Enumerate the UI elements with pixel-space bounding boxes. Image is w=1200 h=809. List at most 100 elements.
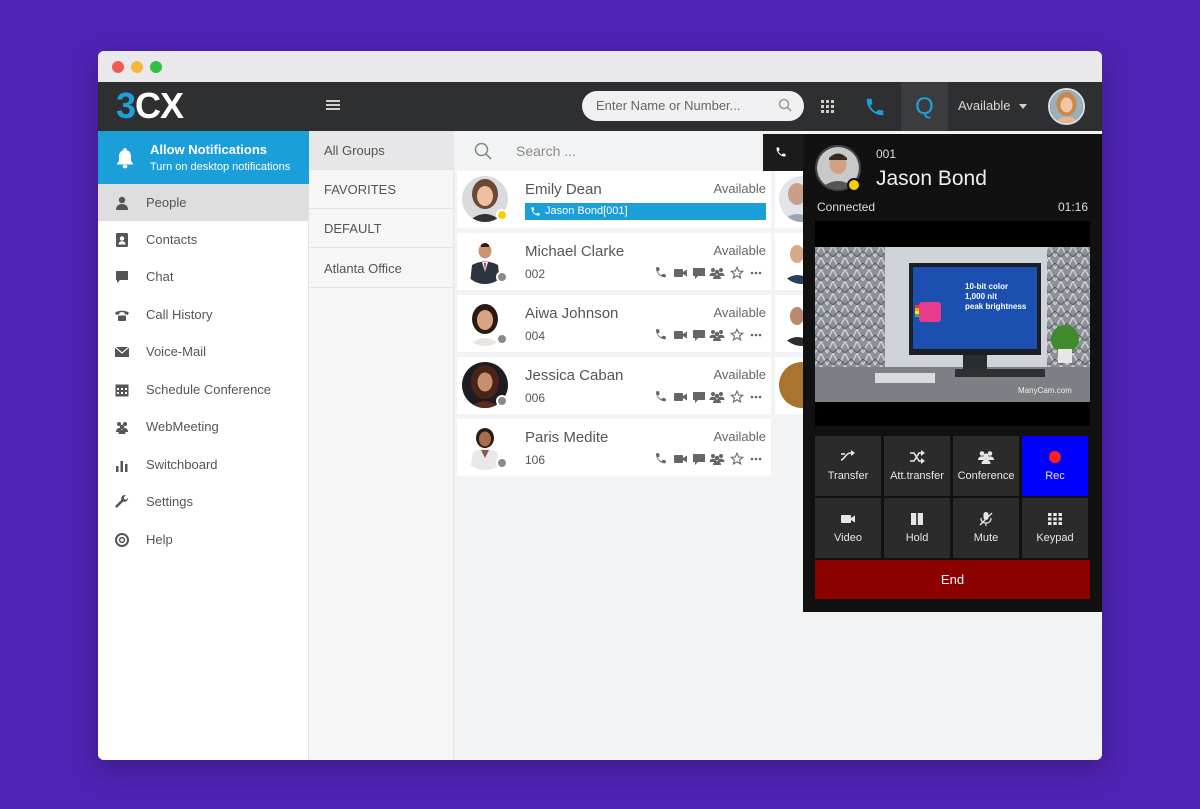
group-item-favorites[interactable]: FAVORITES — [309, 170, 454, 209]
keypad-label: Keypad — [1036, 532, 1074, 544]
user-avatar[interactable] — [1048, 88, 1085, 125]
sidebar-item-people[interactable]: People — [98, 184, 309, 221]
conference-button[interactable]: Conference — [953, 436, 1019, 496]
contact-name: Paris Medite — [525, 429, 609, 446]
contact-card[interactable]: Michael Clarke Available 002 — [457, 233, 771, 290]
caller-name: Jason Bond — [876, 167, 987, 190]
phone-icon[interactable] — [864, 96, 886, 118]
monitor-text-line3: peak brightness — [965, 302, 1027, 311]
caller-extension: 001 — [876, 147, 897, 161]
call-history-icon — [115, 310, 129, 321]
app-logo[interactable]: 3CX — [116, 87, 184, 125]
app-window: 3CX Enter Name or Number... Q Available — [98, 51, 1102, 760]
minimize-window-button[interactable] — [131, 61, 143, 73]
phone-icon — [656, 329, 666, 340]
sidebar-item-label: Help — [146, 532, 173, 547]
video-button[interactable]: Video — [815, 498, 881, 558]
contact-card-partial[interactable] — [775, 233, 803, 290]
allow-notifications-banner[interactable]: Allow Notifications Turn on desktop noti… — [98, 131, 309, 184]
person-icon — [116, 196, 128, 210]
conference-icon — [709, 268, 725, 279]
contact-extension: 006 — [525, 391, 546, 405]
dialpad-grid-icon[interactable] — [821, 100, 834, 113]
end-call-button[interactable]: End — [815, 560, 1090, 599]
group-item-atlanta-office[interactable]: Atlanta Office — [309, 249, 454, 288]
sidebar-item-label: Switchboard — [146, 457, 218, 472]
call-panel-tab[interactable] — [763, 134, 803, 171]
sidebar-item-schedule-conference[interactable]: Schedule Conference — [98, 371, 309, 408]
sidebar-item-label: WebMeeting — [146, 419, 219, 434]
people-search-input[interactable]: Search ... — [454, 131, 774, 171]
queue-button[interactable]: Q — [901, 82, 948, 131]
active-call-bar[interactable]: Jason Bond[001] — [525, 203, 766, 220]
sidebar-item-webmeeting[interactable]: WebMeeting — [98, 408, 309, 445]
dial-search-input[interactable]: Enter Name or Number... — [582, 91, 804, 121]
shuffle-icon — [910, 450, 925, 464]
notification-title: Allow Notifications — [150, 142, 267, 157]
contact-card[interactable]: Aiwa Johnson Available 004 — [457, 295, 771, 352]
active-call-label: Jason Bond[001] — [545, 205, 628, 217]
contact-card[interactable]: Paris Medite Available 106 — [457, 419, 771, 476]
wrench-icon — [115, 495, 129, 508]
calendar-icon — [115, 384, 129, 397]
contact-card-partial[interactable] — [775, 295, 803, 352]
transfer-button[interactable]: Transfer — [815, 436, 881, 496]
contact-avatar — [779, 176, 803, 222]
contact-status: Available — [713, 367, 766, 382]
star-icon — [729, 265, 745, 280]
contact-avatar — [779, 238, 803, 284]
presence-badge — [496, 395, 508, 407]
people-search-placeholder: Search ... — [516, 143, 576, 159]
conference-label: Conference — [957, 470, 1015, 482]
sidebar-item-switchboard[interactable]: Switchboard — [98, 446, 309, 483]
contact-card-partial[interactable] — [775, 171, 803, 228]
video-label: Video — [834, 532, 862, 544]
contact-status: Available — [713, 243, 766, 258]
att-transfer-label: Att.transfer — [890, 470, 944, 482]
mute-button[interactable]: Mute — [953, 498, 1019, 558]
contact-actions — [655, 265, 765, 280]
pause-icon — [911, 513, 923, 525]
att-transfer-button[interactable]: Att.transfer — [884, 436, 950, 496]
sidebar-item-voicemail[interactable]: Voice-Mail — [98, 333, 309, 370]
call-timer: 01:16 — [1057, 200, 1088, 214]
sidebar-item-settings[interactable]: Settings — [98, 483, 309, 520]
contact-card-partial[interactable] — [775, 357, 803, 414]
close-window-button[interactable] — [112, 61, 124, 73]
more-icon — [750, 395, 762, 399]
menu-toggle-icon[interactable] — [326, 100, 340, 111]
chat-icon — [693, 392, 705, 403]
more-icon — [750, 271, 762, 275]
video-camera-icon — [674, 269, 687, 277]
sidebar-item-chat[interactable]: Chat — [98, 258, 309, 295]
more-icon — [750, 333, 762, 337]
sidebar-item-contacts[interactable]: Contacts — [98, 221, 309, 258]
keypad-button[interactable]: Keypad — [1022, 498, 1088, 558]
contact-actions — [655, 327, 765, 342]
hold-button[interactable]: Hold — [884, 498, 950, 558]
sidebar-item-call-history[interactable]: Call History — [98, 296, 309, 333]
chat-icon — [693, 330, 705, 341]
groups-panel: All Groups FAVORITES DEFAULT Atlanta Off… — [309, 131, 454, 760]
contact-card[interactable]: Jessica Caban Available 006 — [457, 357, 771, 414]
record-button[interactable]: Rec — [1022, 436, 1088, 496]
contact-card[interactable]: Emily Dean Available Jason Bond[001] — [457, 171, 771, 228]
group-item-default[interactable]: DEFAULT — [309, 209, 454, 248]
top-header: 3CX Enter Name or Number... Q Available — [98, 82, 1102, 131]
bell-icon — [117, 148, 133, 169]
contact-status: Available — [713, 429, 766, 444]
presence-badge — [496, 333, 508, 345]
contact-extension: 106 — [525, 453, 546, 467]
dial-search-placeholder: Enter Name or Number... — [596, 98, 741, 113]
sidebar-item-label: Settings — [146, 494, 193, 509]
phone-icon — [656, 391, 666, 402]
sidebar-item-label: Schedule Conference — [146, 382, 272, 397]
maximize-window-button[interactable] — [150, 61, 162, 73]
sidebar-item-label: Contacts — [146, 232, 198, 247]
star-icon — [729, 327, 745, 342]
sidebar-item-help[interactable]: Help — [98, 521, 309, 558]
record-icon — [1049, 451, 1061, 463]
group-item-all-groups[interactable]: All Groups — [309, 131, 454, 170]
search-icon — [474, 142, 492, 160]
status-dropdown[interactable]: Available — [958, 98, 1027, 113]
